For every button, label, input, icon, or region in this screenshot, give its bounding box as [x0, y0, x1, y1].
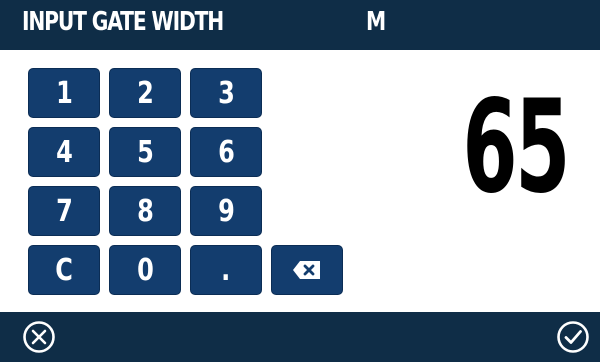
- key-6-label: 6: [217, 134, 235, 170]
- header-bar: INPUT GATE WIDTH M: [0, 0, 600, 50]
- cancel-icon: [23, 321, 55, 353]
- key-backspace[interactable]: [271, 245, 343, 295]
- value-display: 65: [440, 78, 590, 218]
- key-1[interactable]: 1: [28, 68, 100, 118]
- gate-width-input-screen: INPUT GATE WIDTH M 1 2 3 4 5 6 7 8 9 C 0…: [0, 0, 600, 362]
- key-decimal-label: .: [221, 252, 231, 288]
- key-6[interactable]: 6: [190, 127, 262, 177]
- page-title: INPUT GATE WIDTH: [22, 7, 224, 37]
- key-decimal[interactable]: .: [190, 245, 262, 295]
- key-5[interactable]: 5: [109, 127, 181, 177]
- confirm-button[interactable]: [556, 320, 590, 354]
- key-4[interactable]: 4: [28, 127, 100, 177]
- backspace-icon: [293, 261, 320, 279]
- key-clear[interactable]: C: [28, 245, 100, 295]
- key-3[interactable]: 3: [190, 68, 262, 118]
- key-8[interactable]: 8: [109, 186, 181, 236]
- key-3-label: 3: [217, 75, 235, 111]
- key-8-label: 8: [136, 193, 154, 229]
- key-2[interactable]: 2: [109, 68, 181, 118]
- key-7-label: 7: [55, 193, 73, 229]
- key-1-label: 1: [55, 75, 73, 111]
- key-2-label: 2: [136, 75, 154, 111]
- key-7[interactable]: 7: [28, 186, 100, 236]
- footer-bar: [0, 312, 600, 362]
- key-5-label: 5: [136, 134, 154, 170]
- key-4-label: 4: [55, 134, 73, 170]
- key-9[interactable]: 9: [190, 186, 262, 236]
- value-text: 65: [462, 73, 570, 222]
- unit-label: M: [366, 7, 387, 37]
- key-0-label: 0: [136, 252, 154, 288]
- key-clear-label: C: [55, 252, 73, 288]
- key-0[interactable]: 0: [109, 245, 181, 295]
- cancel-button[interactable]: [22, 320, 56, 354]
- confirm-icon: [557, 321, 589, 353]
- key-9-label: 9: [217, 193, 235, 229]
